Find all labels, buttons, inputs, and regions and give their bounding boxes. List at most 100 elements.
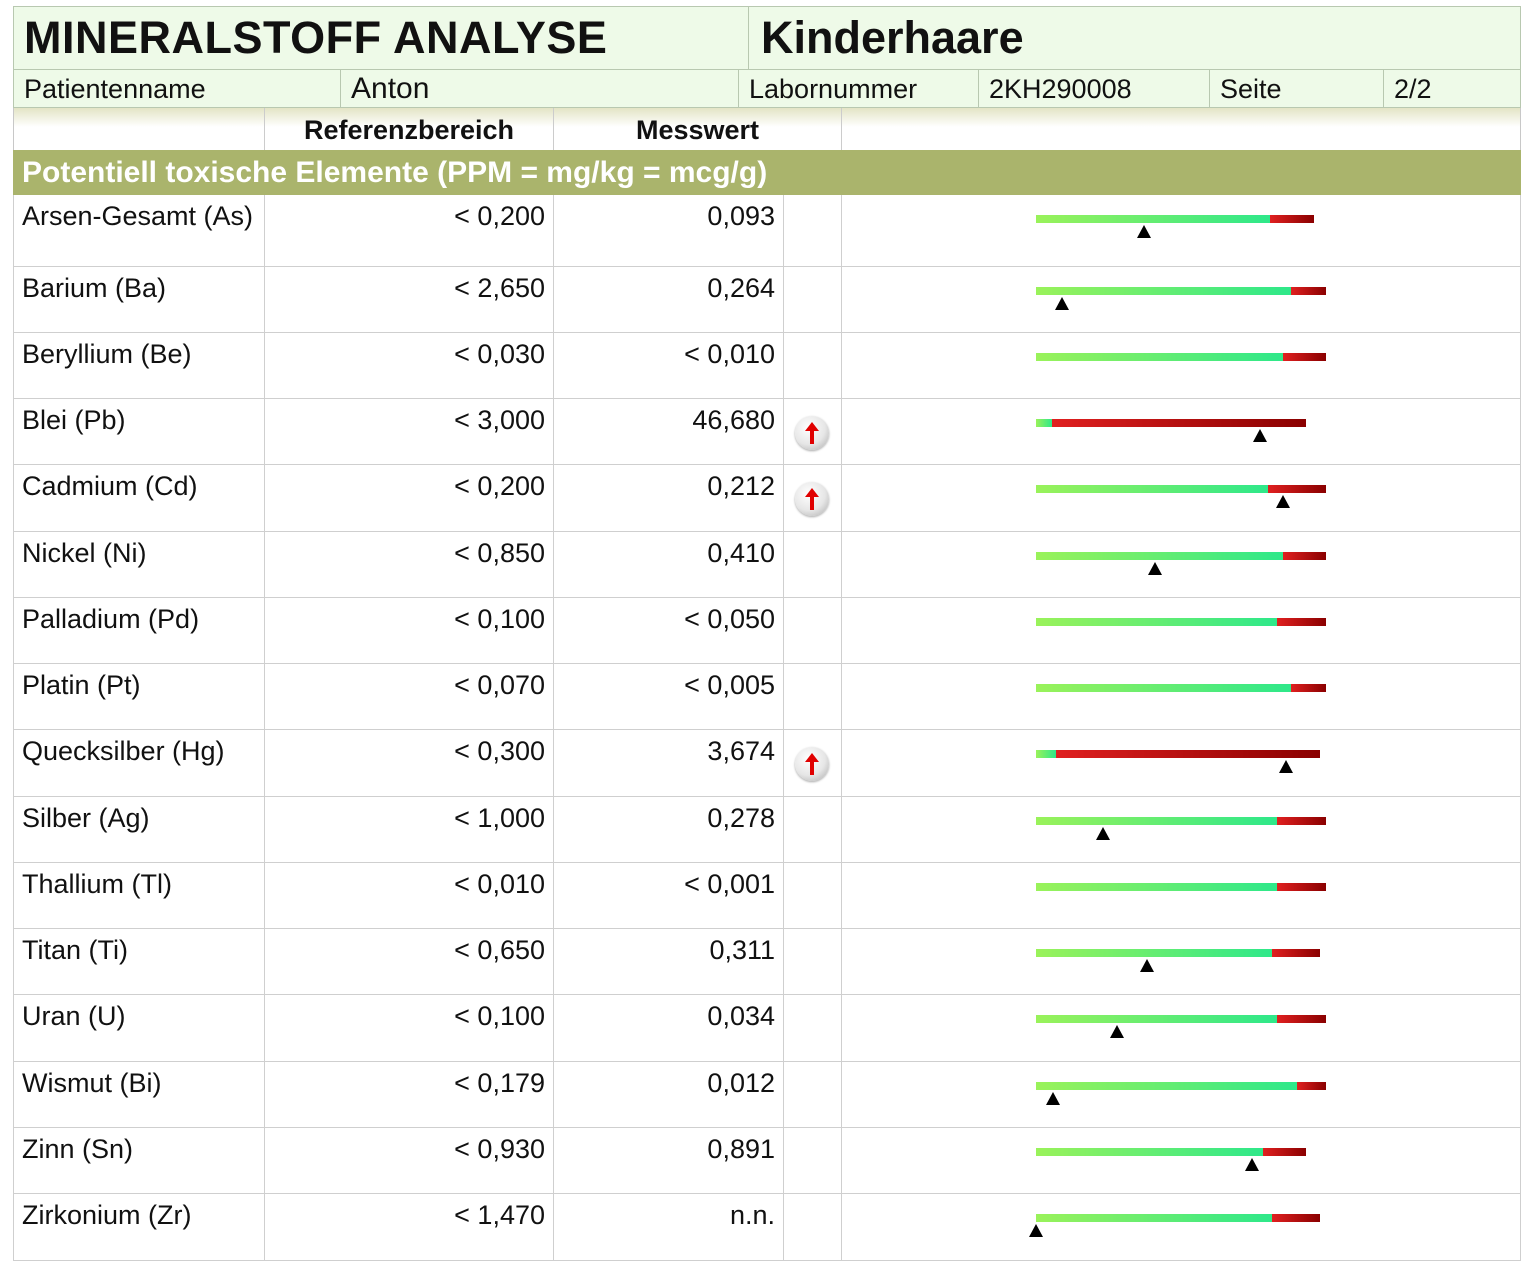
table-row: Palladium (Pd) < 0,100 < 0,050: [13, 598, 1521, 664]
reference-range: < 0,030: [265, 333, 554, 398]
element-name: Zinn (Sn): [14, 1128, 265, 1193]
range-bar: [1036, 419, 1306, 427]
flag-cell: [784, 333, 842, 398]
range-bar: [1036, 684, 1326, 692]
range-bar: [1036, 1214, 1320, 1222]
reference-range: < 0,200: [265, 465, 554, 531]
range-graph-cell: [842, 929, 1520, 994]
column-header-row: Referenzbereich Messwert: [13, 108, 1521, 150]
range-bar-elevated: [1270, 215, 1314, 223]
value-marker: [1110, 1025, 1124, 1038]
table-row: Thallium (Tl) < 0,010 < 0,001: [13, 863, 1521, 929]
range-bar: [1036, 1015, 1326, 1023]
element-name: Silber (Ag): [14, 797, 265, 862]
patient-label: Patientenname: [14, 70, 341, 107]
range-bar-elevated: [1272, 1214, 1320, 1222]
element-name: Barium (Ba): [14, 267, 265, 332]
table-row: Cadmium (Cd) < 0,200 0,212: [13, 465, 1521, 532]
range-bar-elevated: [1263, 1148, 1306, 1156]
range-bar-normal: [1036, 817, 1277, 825]
reference-range: < 1,470: [265, 1194, 554, 1260]
range-graph-cell: [842, 797, 1520, 862]
meta-row: Patientenname Anton Labornummer 2KH29000…: [13, 70, 1521, 108]
section-title: Potentiell toxische Elemente (PPM = mg/k…: [13, 150, 1521, 195]
column-header-graph: [842, 108, 1520, 150]
range-graph-cell: [842, 1128, 1520, 1193]
patient-name: Anton: [341, 70, 739, 107]
table-row: Silber (Ag) < 1,000 0,278: [13, 797, 1521, 863]
measured-value: 0,891: [554, 1128, 784, 1193]
range-bar: [1036, 817, 1326, 825]
element-name: Blei (Pb): [14, 399, 265, 464]
range-bar-elevated: [1291, 287, 1326, 295]
value-marker: [1253, 429, 1267, 442]
range-bar-elevated: [1277, 883, 1326, 891]
value-marker: [1148, 562, 1162, 575]
column-header-reference: Referenzbereich: [265, 108, 554, 150]
range-bar: [1036, 1148, 1306, 1156]
range-graph-cell: [842, 1194, 1520, 1260]
range-bar-normal: [1036, 1148, 1263, 1156]
measured-value: < 0,005: [554, 664, 784, 729]
measured-value: 46,680: [554, 399, 784, 464]
measured-value: 0,410: [554, 532, 784, 597]
element-name: Platin (Pt): [14, 664, 265, 729]
table-row: Beryllium (Be) < 0,030 < 0,010: [13, 333, 1521, 399]
range-bar: [1036, 287, 1326, 295]
measured-value: 0,278: [554, 797, 784, 862]
range-bar: [1036, 750, 1320, 758]
reference-range: < 0,100: [265, 598, 554, 663]
flag-cell: [784, 267, 842, 332]
table-row: Arsen-Gesamt (As) < 0,200 0,093: [13, 195, 1521, 267]
range-bar-elevated: [1283, 353, 1326, 361]
reference-range: < 0,070: [265, 664, 554, 729]
measured-value: 0,311: [554, 929, 784, 994]
flag-cell: [784, 995, 842, 1061]
range-bar-elevated: [1272, 949, 1320, 957]
flag-cell: [784, 863, 842, 928]
reference-range: < 0,010: [265, 863, 554, 928]
reference-range: < 0,300: [265, 730, 554, 796]
flag-cell: [784, 465, 842, 531]
range-bar-normal: [1036, 215, 1270, 223]
range-bar-normal: [1036, 485, 1268, 493]
range-graph-cell: [842, 664, 1520, 729]
range-bar: [1036, 353, 1326, 361]
reference-range: < 0,650: [265, 929, 554, 994]
reference-range: < 0,200: [265, 195, 554, 266]
table-row: Wismut (Bi) < 0,179 0,012: [13, 1062, 1521, 1128]
table-row: Nickel (Ni) < 0,850 0,410: [13, 532, 1521, 598]
value-marker: [1055, 297, 1069, 310]
sample-type: Kinderhaare: [761, 12, 1024, 63]
lab-number-label: Labornummer: [739, 70, 979, 107]
table-row: Zirkonium (Zr) < 1,470 n.n.: [13, 1194, 1521, 1261]
value-marker: [1096, 827, 1110, 840]
range-bar: [1036, 552, 1326, 560]
table-row: Platin (Pt) < 0,070 < 0,005: [13, 664, 1521, 730]
element-name: Cadmium (Cd): [14, 465, 265, 531]
title-row: MINERALSTOFF ANALYSE Kinderhaare: [13, 6, 1521, 70]
value-marker: [1276, 495, 1290, 508]
value-marker: [1140, 959, 1154, 972]
table-row: Quecksilber (Hg) < 0,300 3,674: [13, 730, 1521, 797]
page-label: Seite: [1210, 70, 1384, 107]
flag-cell: [784, 1062, 842, 1127]
value-marker: [1245, 1158, 1259, 1171]
range-bar-elevated: [1268, 485, 1326, 493]
range-bar-normal: [1036, 618, 1277, 626]
arrow-up-icon: [795, 416, 829, 450]
range-graph-cell: [842, 267, 1520, 332]
reference-range: < 2,650: [265, 267, 554, 332]
table-row: Barium (Ba) < 2,650 0,264: [13, 267, 1521, 333]
lab-number: 2KH290008: [979, 70, 1210, 107]
range-bar-elevated: [1052, 419, 1306, 427]
range-bar-normal: [1036, 419, 1052, 427]
range-graph-cell: [842, 465, 1520, 531]
value-marker: [1137, 225, 1151, 238]
range-bar-normal: [1036, 552, 1283, 560]
flag-cell: [784, 399, 842, 464]
element-name: Nickel (Ni): [14, 532, 265, 597]
range-graph-cell: [842, 863, 1520, 928]
range-bar-elevated: [1277, 817, 1326, 825]
range-bar-elevated: [1283, 552, 1326, 560]
